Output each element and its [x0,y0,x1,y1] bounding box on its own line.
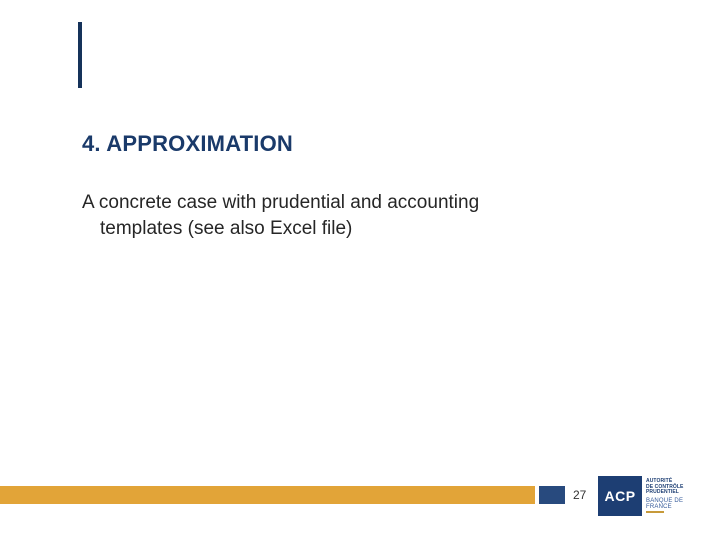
footer-accent-bar [0,486,565,504]
page-number: 27 [573,488,586,502]
footer-bar-gold [0,486,535,504]
body-paragraph: A concrete case with prudential and acco… [82,190,602,241]
logo-gold-dash [646,511,664,513]
section-heading: 4. APPROXIMATION [82,131,293,157]
acp-logo-text: AUTORITÉ DE CONTRÔLE PRUDENTIEL BANQUE D… [642,476,698,516]
body-line-2: templates (see also Excel file) [82,216,602,242]
acp-logo-acronym: ACP [598,476,642,516]
logo-line-3: PRUDENTIEL [646,490,698,496]
acp-logo: ACP AUTORITÉ DE CONTRÔLE PRUDENTIEL BANQ… [598,476,698,516]
footer-bar-blue [539,486,565,504]
slide: 4. APPROXIMATION A concrete case with pr… [0,0,720,540]
top-accent-rule [78,22,82,88]
body-line-1: A concrete case with prudential and acco… [82,190,602,216]
logo-subbrand: BANQUE DE FRANCE [646,498,698,510]
